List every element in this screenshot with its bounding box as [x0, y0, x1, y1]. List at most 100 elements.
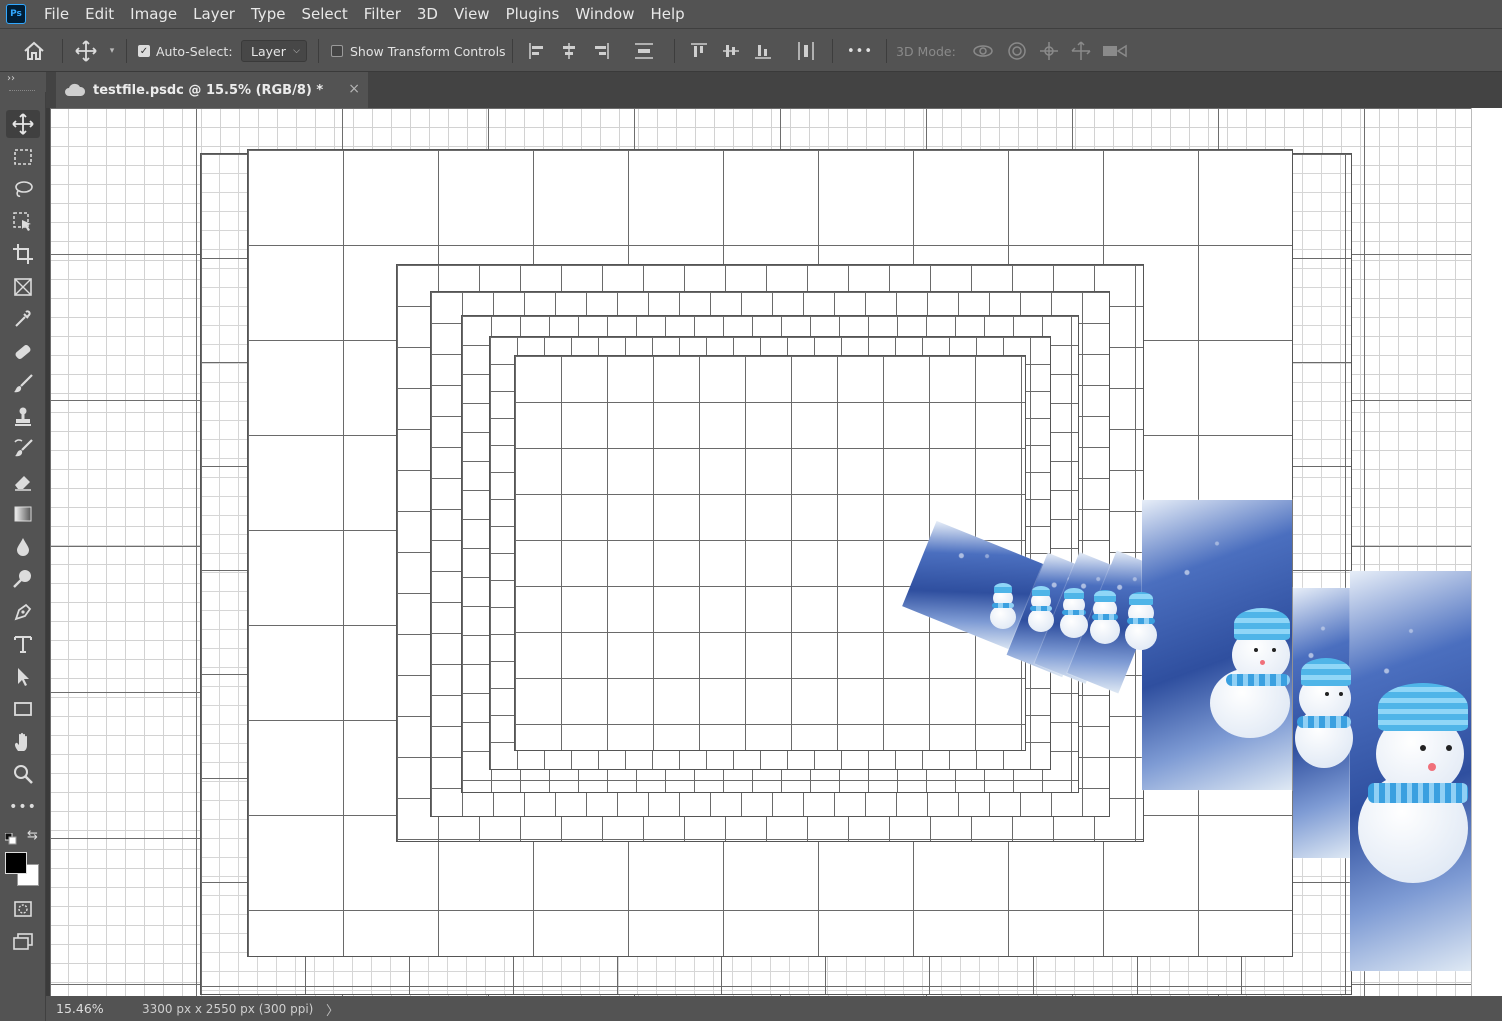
menu-type[interactable]: Type [243, 0, 293, 28]
3d-orbit-icon [973, 45, 993, 57]
canvas-area[interactable] [46, 108, 1502, 996]
3d-roll-button[interactable] [1004, 29, 1030, 73]
history-brush-tool[interactable] [6, 435, 40, 463]
rectangle-tool[interactable] [6, 695, 40, 723]
water-drop-icon [17, 538, 29, 556]
align-horizontal-centers-button[interactable] [558, 29, 580, 73]
status-bar: 15.46% 3300 px x 2550 px (300 ppi) 〉 [46, 996, 1502, 1021]
close-icon[interactable]: × [348, 81, 360, 97]
foreground-color-swatch[interactable] [5, 852, 27, 874]
double-chevron-icon: ›› [7, 73, 15, 84]
quick-mask-button[interactable] [6, 895, 40, 923]
menu-image[interactable]: Image [122, 0, 185, 28]
dodge-icon [13, 570, 31, 588]
document-canvas[interactable] [50, 108, 1472, 996]
align-top-edges-button[interactable] [688, 29, 710, 73]
zoom-level-field[interactable]: 15.46% [46, 1001, 112, 1016]
move-tool[interactable] [6, 110, 40, 138]
3d-scale-button[interactable] [1100, 29, 1130, 73]
menu-filter[interactable]: Filter [356, 0, 409, 28]
move-tool-preset-button[interactable] [72, 29, 100, 73]
pen-icon [14, 603, 32, 621]
clone-stamp-tool[interactable] [6, 403, 40, 431]
object-select-icon [13, 212, 31, 231]
lasso-tool[interactable] [6, 175, 40, 203]
gradient-icon [14, 506, 32, 522]
align-left-edges-button[interactable] [526, 29, 548, 73]
distribute-vertically-button[interactable] [632, 29, 656, 73]
document-info: 3300 px x 2550 px (300 ppi) [142, 1001, 314, 1016]
move-icon [12, 113, 34, 135]
canvas-right-edge [1471, 108, 1502, 996]
default-colors-icon[interactable] [4, 830, 17, 849]
dodge-tool[interactable] [6, 565, 40, 593]
show-transform-controls-checkbox[interactable] [330, 29, 344, 73]
brush-icon [14, 374, 33, 393]
move-icon [75, 40, 97, 62]
menu-help[interactable]: Help [642, 0, 692, 28]
path-selection-tool[interactable] [6, 663, 40, 691]
tools-panel: ••• ⇆ [0, 92, 46, 1021]
crop-tool[interactable] [6, 240, 40, 268]
swap-colors-icon[interactable]: ⇆ [27, 828, 38, 843]
more-options-button[interactable]: ••• [846, 29, 874, 73]
distribute-horizontal-icon [798, 42, 814, 60]
menu-bar: Ps File Edit Image Layer Type Select Fil… [0, 0, 1502, 28]
menu-edit[interactable]: Edit [77, 0, 122, 28]
align-middle-icon [723, 45, 739, 57]
edit-toolbar-button[interactable]: ••• [6, 793, 40, 821]
3d-pan-button[interactable] [1036, 29, 1062, 73]
type-icon [14, 636, 32, 653]
menu-file[interactable]: File [36, 0, 77, 28]
align-vertical-centers-button[interactable] [720, 29, 742, 73]
menu-layer[interactable]: Layer [185, 0, 243, 28]
status-menu-chevron-icon[interactable]: 〉 [326, 1000, 339, 1019]
rectangular-marquee-tool[interactable] [6, 143, 40, 171]
pen-tool[interactable] [6, 598, 40, 626]
menu-plugins[interactable]: Plugins [498, 0, 568, 28]
hand-tool[interactable] [6, 728, 40, 756]
show-transform-controls-label: Show Transform Controls [350, 43, 506, 59]
3d-mode-label: 3D Mode: [896, 43, 956, 59]
eyedropper-icon [15, 310, 31, 327]
align-top-icon [691, 43, 707, 57]
align-bottom-edges-button[interactable] [752, 29, 774, 73]
panel-collapse-button[interactable]: ›› [0, 72, 46, 92]
zoom-tool[interactable] [6, 760, 40, 788]
align-right-icon [595, 43, 609, 59]
home-button[interactable] [18, 29, 50, 73]
auto-select-target-dropdown[interactable]: Layer ⌵ [241, 40, 307, 62]
menu-view[interactable]: View [446, 0, 498, 28]
screen-mode-button[interactable] [6, 928, 40, 956]
checkbox-box [331, 45, 343, 57]
auto-select-checkbox[interactable]: ✓ [137, 29, 151, 73]
object-selection-tool[interactable] [6, 208, 40, 236]
3d-roll-icon [1008, 42, 1026, 60]
brush-tool[interactable] [6, 370, 40, 398]
3d-pan-icon [1040, 42, 1058, 60]
frame-icon [14, 278, 32, 296]
spot-healing-brush-tool[interactable] [6, 338, 40, 366]
3d-orbit-button[interactable] [970, 29, 996, 73]
document-tab[interactable]: testfile.psdc @ 15.5% (RGB/8) * × [56, 72, 368, 108]
align-right-edges-button[interactable] [590, 29, 612, 73]
3d-slide-icon [1071, 41, 1091, 60]
menu-3d[interactable]: 3D [409, 0, 446, 28]
magnifier-icon [14, 765, 33, 784]
blur-tool[interactable] [6, 533, 40, 561]
arrow-pointer-icon [18, 668, 29, 686]
menu-window[interactable]: Window [567, 0, 642, 28]
rectangle-icon [14, 702, 32, 716]
type-tool[interactable] [6, 630, 40, 658]
frame-tool[interactable] [6, 273, 40, 301]
hand-icon [14, 732, 27, 751]
gradient-tool[interactable] [6, 500, 40, 528]
eyedropper-tool[interactable] [6, 305, 40, 333]
checkmark-icon: ✓ [138, 45, 150, 57]
tool-preset-chevron-icon[interactable]: ▾ [104, 29, 120, 73]
menu-select[interactable]: Select [293, 0, 355, 28]
lasso-icon [15, 181, 33, 197]
distribute-horizontally-button[interactable] [794, 29, 818, 73]
eraser-tool[interactable] [6, 468, 40, 496]
3d-slide-button[interactable] [1068, 29, 1094, 73]
